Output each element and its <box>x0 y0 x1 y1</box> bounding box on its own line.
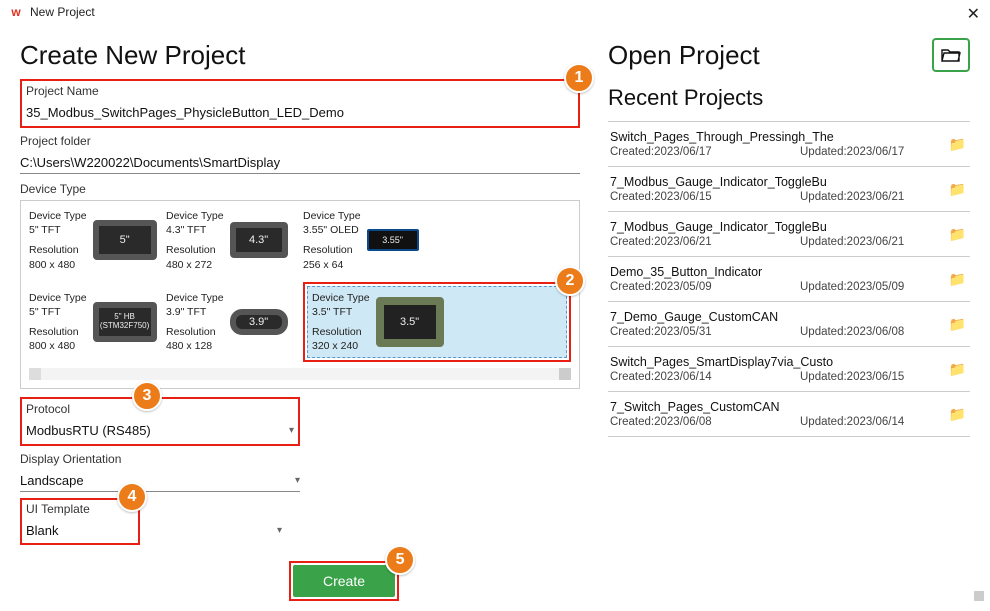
recent-scrollbar[interactable] <box>974 180 984 601</box>
template-dropdown[interactable]: Blank ▾ <box>22 520 282 541</box>
device-type-label: Device Type <box>20 182 580 196</box>
recent-item[interactable]: 7_Demo_Gauge_CustomCAN Created:2023/05/3… <box>608 302 970 347</box>
window-title: New Project <box>30 5 95 19</box>
orientation-label: Display Orientation <box>20 452 300 466</box>
annotation-badge-1: 1 <box>564 63 594 93</box>
folder-icon[interactable]: 📁 <box>949 361 966 378</box>
project-name-input[interactable]: 35_Modbus_SwitchPages_PhysicleButton_LED… <box>26 102 574 123</box>
chevron-down-icon: ▾ <box>277 525 282 536</box>
folder-icon[interactable]: 📁 <box>949 406 966 423</box>
device-option-selected[interactable]: Device Type 3.5" TFT Resolution 320 x 24… <box>307 286 567 359</box>
create-button[interactable]: Create <box>293 565 395 597</box>
device-option[interactable]: Device Type 4.3" TFT Resolution 480 x 27… <box>166 209 297 272</box>
recent-item[interactable]: Demo_35_Button_Indicator Created:2023/05… <box>608 257 970 302</box>
recent-item[interactable]: 7_Modbus_Gauge_Indicator_ToggleBu Create… <box>608 212 970 257</box>
device-option[interactable]: Device Type 5" TFT Resolution 800 x 480 … <box>29 282 160 363</box>
orientation-dropdown[interactable]: Landscape ▾ <box>20 470 300 492</box>
scroll-right-icon[interactable] <box>559 368 571 380</box>
folder-icon[interactable]: 📁 <box>949 136 966 153</box>
display-icon: 5" <box>93 220 157 260</box>
display-icon: 5" HB(STM32F750) <box>93 302 157 342</box>
close-button[interactable]: ✕ <box>967 4 980 24</box>
device-scrollbar[interactable] <box>29 368 571 380</box>
annotation-badge-5: 5 <box>385 545 415 575</box>
project-folder-input[interactable]: C:\Users\W220022\Documents\SmartDisplay <box>20 152 580 174</box>
recent-item[interactable]: 7_Switch_Pages_CustomCAN Created:2023/06… <box>608 392 970 437</box>
recent-projects-list: Switch_Pages_Through_Pressingh_The Creat… <box>608 121 970 437</box>
project-name-label: Project Name <box>26 84 574 98</box>
recent-item[interactable]: Switch_Pages_Through_Pressingh_The Creat… <box>608 122 970 167</box>
chevron-down-icon: ▾ <box>295 475 300 486</box>
display-icon: 4.3" <box>230 222 288 258</box>
recent-projects-heading: Recent Projects <box>608 85 970 111</box>
recent-item[interactable]: 7_Modbus_Gauge_Indicator_ToggleBu Create… <box>608 167 970 212</box>
template-label: UI Template <box>26 502 134 516</box>
display-icon: 3.55" <box>367 229 419 251</box>
chevron-down-icon: ▾ <box>289 425 294 436</box>
recent-item[interactable]: Switch_Pages_SmartDisplay7via_Custo Crea… <box>608 347 970 392</box>
app-logo-icon: w <box>8 4 24 20</box>
annotation-badge-4: 4 <box>117 482 147 512</box>
protocol-dropdown[interactable]: ModbusRTU (RS485) ▾ <box>26 420 294 441</box>
folder-open-icon <box>941 47 961 63</box>
title-bar: w New Project <box>0 0 990 24</box>
display-icon: 3.9" <box>230 309 288 335</box>
device-type-selector: Device Type 5" TFT Resolution 800 x 480 … <box>20 200 580 389</box>
folder-icon[interactable]: 📁 <box>949 316 966 333</box>
open-file-button[interactable] <box>932 38 970 72</box>
device-option[interactable]: Device Type 3.9" TFT Resolution 480 x 12… <box>166 282 297 363</box>
display-icon: 3.5" <box>376 297 444 347</box>
scroll-left-icon[interactable] <box>29 368 41 380</box>
project-folder-label: Project folder <box>20 134 580 148</box>
folder-icon[interactable]: 📁 <box>949 226 966 243</box>
annotation-badge-2: 2 <box>555 266 585 296</box>
create-heading: Create New Project <box>20 40 580 71</box>
open-project-heading: Open Project <box>608 40 970 71</box>
device-option[interactable]: Device Type 5" TFT Resolution 800 x 480 … <box>29 209 160 272</box>
folder-icon[interactable]: 📁 <box>949 271 966 288</box>
protocol-label: Protocol <box>26 402 294 416</box>
folder-icon[interactable]: 📁 <box>949 181 966 198</box>
device-option[interactable]: Device Type 3.55" OLED Resolution 256 x … <box>303 209 571 272</box>
